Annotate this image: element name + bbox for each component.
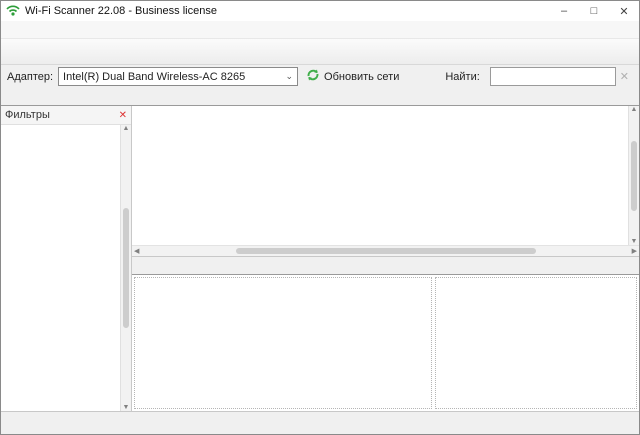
chevron-down-icon: ⌄ xyxy=(286,71,294,82)
chart-24ghz xyxy=(134,277,432,409)
status-bar xyxy=(1,411,639,434)
scroll-left-icon[interactable]: ◀ xyxy=(134,247,139,255)
maximize-button[interactable]: □ xyxy=(579,1,609,21)
filters-title: Фильтры xyxy=(5,109,119,121)
main-tabs xyxy=(1,88,639,105)
filters-panel: Фильтры ✕ ▲ ▼ xyxy=(1,106,132,411)
search-input[interactable] xyxy=(490,67,616,86)
toolbar xyxy=(1,39,639,65)
chart-tabs xyxy=(132,257,639,274)
adapter-value: Intel(R) Dual Band Wireless-AC 8265 xyxy=(63,71,245,83)
refresh-networks-button[interactable]: Обновить сети xyxy=(324,71,399,83)
window-title: Wi-Fi Scanner 22.08 - Business license xyxy=(25,5,549,17)
scroll-down-icon[interactable]: ▼ xyxy=(631,238,638,245)
title-bar: Wi-Fi Scanner 22.08 - Business license –… xyxy=(1,1,639,21)
scroll-up-icon[interactable]: ▲ xyxy=(123,125,130,132)
refresh-networks-icon[interactable] xyxy=(306,68,320,85)
close-button[interactable]: ✕ xyxy=(609,1,639,21)
charts-panel xyxy=(132,274,639,411)
menu-bar xyxy=(1,21,639,39)
adapter-bar: Адаптер: Intel(R) Dual Band Wireless-AC … xyxy=(1,65,639,88)
chart-5ghz xyxy=(435,277,637,409)
app-window: Wi-Fi Scanner 22.08 - Business license –… xyxy=(0,0,640,435)
scroll-right-icon[interactable]: ▶ xyxy=(632,247,637,255)
adapter-label: Адаптер: xyxy=(7,71,53,83)
adapter-select[interactable]: Intel(R) Dual Band Wireless-AC 8265 ⌄ xyxy=(58,67,298,86)
close-filters-icon[interactable]: ✕ xyxy=(119,110,127,121)
minimize-button[interactable]: – xyxy=(549,1,579,21)
networks-table-section: ▲ ▼ ◀ ▶ xyxy=(132,106,639,257)
find-label: Найти: xyxy=(445,71,479,83)
table-hscrollbar[interactable]: ◀ ▶ xyxy=(132,245,639,256)
app-icon xyxy=(6,4,20,19)
scroll-up-icon[interactable]: ▲ xyxy=(631,106,638,113)
filters-scrollbar[interactable]: ▲ ▼ xyxy=(120,125,131,411)
filters-tree xyxy=(1,125,120,411)
scroll-down-icon[interactable]: ▼ xyxy=(123,404,130,411)
table-vscrollbar[interactable]: ▲ ▼ xyxy=(628,106,639,245)
clear-search-icon[interactable]: ✕ xyxy=(620,70,629,83)
